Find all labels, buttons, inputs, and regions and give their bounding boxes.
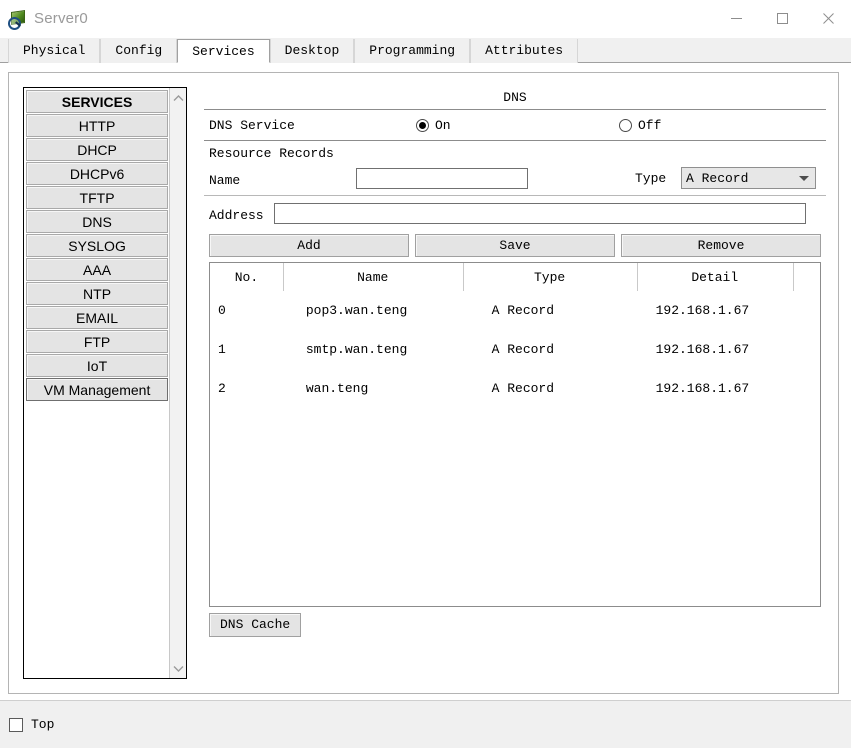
sidebar-item-email[interactable]: EMAIL (26, 306, 169, 329)
divider-service (204, 140, 826, 141)
address-input[interactable] (274, 203, 806, 224)
tab-attributes[interactable]: Attributes (470, 39, 579, 63)
close-icon[interactable] (805, 0, 851, 37)
sidebar-item-vm-management[interactable]: VM Management (26, 378, 169, 401)
main-tabbar: Physical Config Services Desktop Program… (0, 38, 851, 63)
record-actions: Add Save Remove (204, 234, 826, 257)
dns-service-row: DNS Service On Off (204, 110, 826, 140)
cell-detail: 192.168.1.67 (655, 303, 750, 318)
tab-config[interactable]: Config (100, 39, 178, 63)
sidebar-item-tftp[interactable]: TFTP (26, 186, 169, 209)
dns-cache-button[interactable]: DNS Cache (209, 613, 302, 637)
record-address-row: Address (204, 200, 826, 230)
top-checkbox-label: Top (31, 717, 55, 732)
window-title: Server0 (34, 10, 88, 27)
sidebar-item-ftp[interactable]: FTP (26, 330, 169, 353)
cell-detail: 192.168.1.67 (655, 342, 750, 357)
radio-off-label: Off (638, 117, 662, 133)
sidebar-item-iot[interactable]: IoT (26, 354, 169, 377)
column-header-pad (793, 263, 820, 291)
panel-title: DNS (503, 90, 527, 105)
column-header-type[interactable]: Type (463, 263, 638, 291)
table-row[interactable]: 2 wan.teng A Record 192.168.1.67 (210, 369, 820, 408)
tab-desktop[interactable]: Desktop (269, 39, 355, 63)
resource-records-label: Resource Records (209, 146, 334, 161)
radio-on-label: On (435, 117, 451, 133)
cell-name: pop3.wan.teng (305, 303, 408, 318)
radio-off-indicator[interactable] (619, 118, 632, 132)
packet-tracer-icon (8, 9, 26, 30)
window-titlebar: Server0 (0, 0, 851, 38)
sidebar-item-dhcpv6[interactable]: DHCPv6 (26, 162, 169, 185)
address-label: Address (209, 207, 264, 223)
table-row[interactable]: 0 pop3.wan.teng A Record 192.168.1.67 (210, 291, 820, 330)
type-select[interactable]: A Record (681, 167, 816, 189)
radio-dns-on[interactable]: On (416, 118, 451, 133)
column-header-detail[interactable]: Detail (637, 263, 794, 291)
cell-name: smtp.wan.teng (305, 342, 408, 357)
radio-on-indicator[interactable] (416, 118, 429, 132)
cell-type: A Record (491, 381, 555, 396)
services-panel: SERVICES HTTP DHCP DHCPv6 TFTP DNS SYSLO… (8, 72, 839, 694)
record-name-row: Name Type A Record (204, 165, 826, 195)
cell-no: 0 (218, 303, 226, 318)
chevron-up-icon[interactable] (170, 90, 186, 106)
sidebar-item-ntp[interactable]: NTP (26, 282, 169, 305)
sidebar-item-syslog[interactable]: SYSLOG (26, 234, 169, 257)
dns-config-panel: DNS DNS Service On Off Resource Records … (204, 87, 826, 679)
records-table-container: No. Name Type Detail 0 pop3.wan.teng A R… (209, 262, 821, 607)
cell-pad (793, 369, 819, 408)
cell-pad (793, 291, 819, 330)
services-sidebar: SERVICES HTTP DHCP DHCPv6 TFTP DNS SYSLO… (23, 87, 187, 679)
records-table: No. Name Type Detail 0 pop3.wan.teng A R… (210, 263, 820, 408)
sidebar-item-dhcp[interactable]: DHCP (26, 138, 169, 161)
sidebar-item-http[interactable]: HTTP (26, 114, 169, 137)
top-checkbox[interactable] (9, 717, 23, 732)
save-button[interactable]: Save (415, 234, 615, 257)
chevron-down-icon (799, 176, 809, 181)
dns-service-label: DNS Service (209, 117, 295, 133)
chevron-down-icon[interactable] (170, 660, 186, 676)
column-header-no[interactable]: No. (210, 263, 284, 291)
sidebar-item-aaa[interactable]: AAA (26, 258, 169, 281)
maximize-icon[interactable] (759, 0, 805, 37)
cell-type: A Record (491, 342, 555, 357)
sidebar-header: SERVICES (26, 90, 169, 113)
name-label: Name (209, 172, 241, 188)
tab-services[interactable]: Services (177, 39, 270, 63)
cell-no: 2 (218, 381, 226, 396)
window-controls (713, 0, 851, 37)
type-label: Type (635, 171, 667, 186)
cell-detail: 192.168.1.67 (655, 381, 750, 396)
name-input[interactable] (356, 168, 528, 189)
dns-cache-row: DNS Cache (204, 613, 826, 637)
tab-physical[interactable]: Physical (8, 39, 101, 63)
divider-name (204, 195, 826, 196)
radio-dns-off[interactable]: Off (619, 118, 661, 133)
cell-name: wan.teng (305, 381, 369, 396)
table-row[interactable]: 1 smtp.wan.teng A Record 192.168.1.67 (210, 330, 820, 369)
column-header-name[interactable]: Name (283, 263, 464, 291)
cell-type: A Record (491, 303, 555, 318)
sidebar-scrollbar[interactable] (169, 88, 186, 678)
window-footer: Top (0, 700, 851, 748)
table-header-row: No. Name Type Detail (210, 263, 820, 291)
remove-button[interactable]: Remove (621, 234, 821, 257)
type-select-value: A Record (686, 170, 749, 186)
cell-no: 1 (218, 342, 226, 357)
add-button[interactable]: Add (209, 234, 409, 257)
sidebar-item-dns[interactable]: DNS (26, 210, 169, 233)
services-list: SERVICES HTTP DHCP DHCPv6 TFTP DNS SYSLO… (24, 88, 169, 678)
tab-programming[interactable]: Programming (354, 39, 471, 63)
minimize-icon[interactable] (713, 0, 759, 37)
cell-pad (793, 330, 819, 369)
